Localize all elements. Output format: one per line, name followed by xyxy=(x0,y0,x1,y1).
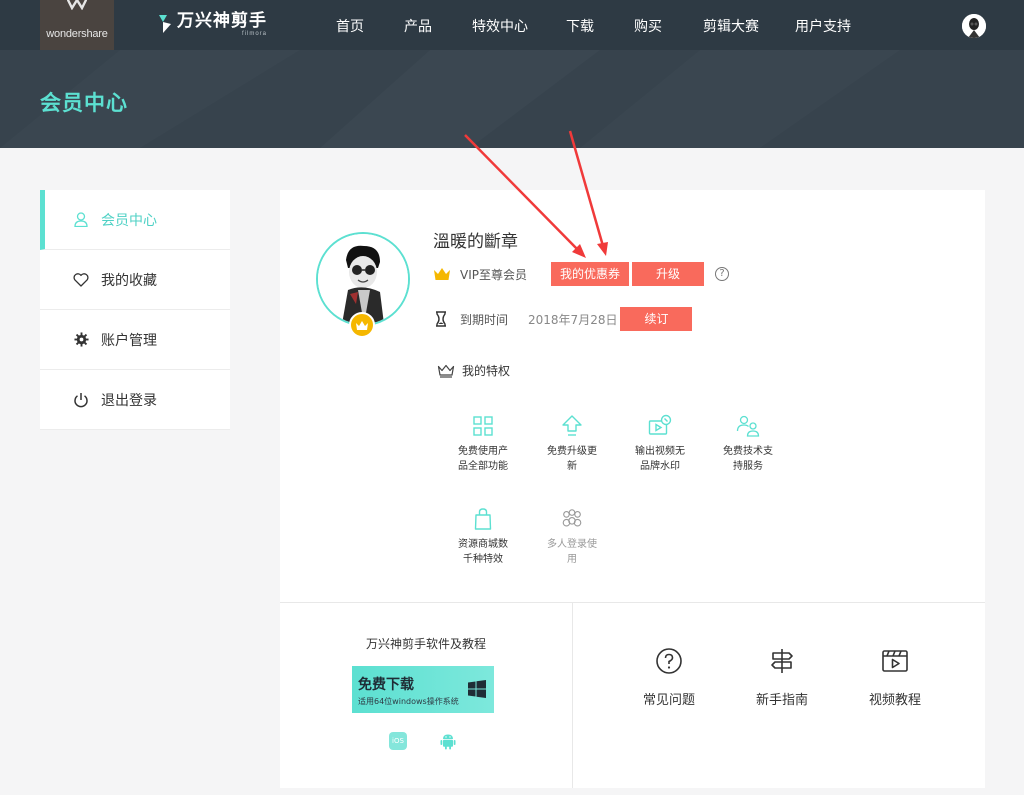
user-avatar-image xyxy=(962,14,986,38)
privileges-title: 我的特权 xyxy=(462,364,511,378)
question-icon xyxy=(656,648,682,674)
top-navigation-bar: wondershare 万兴神剪手 filmora 首页 产品 特效中心 下载 … xyxy=(0,0,1024,50)
privilege-label-line2: 千种特效 xyxy=(463,554,503,565)
privilege-label-line2: 新 xyxy=(567,461,577,472)
vip-crown-badge xyxy=(349,312,375,338)
sidebar-item-label: 退出登录 xyxy=(101,392,157,409)
privilege-label-line1: 资源商城数 xyxy=(458,539,508,550)
company-logo-text: wondershare xyxy=(46,28,108,40)
beginner-guide-label: 新手指南 xyxy=(755,693,808,708)
download-button-subtitle: 适用64位windows操作系统 xyxy=(358,697,459,706)
expiration-row: 到期时间 2018年7月28日 续订 xyxy=(435,307,693,331)
nav-products[interactable]: 产品 xyxy=(404,16,432,36)
privileges-heading: 我的特权 xyxy=(437,362,510,379)
download-section-title: 万兴神剪手软件及教程 xyxy=(365,637,486,651)
privilege-all-features: 免费使用产 品全部功能 xyxy=(448,414,518,474)
privilege-multi-login: 多人登录使 用 xyxy=(537,507,607,567)
sidebar-item-logout[interactable]: 退出登录 xyxy=(40,370,230,430)
heart-icon xyxy=(73,272,89,288)
multi-user-icon xyxy=(562,509,582,527)
power-icon xyxy=(73,392,89,408)
filmora-brand[interactable]: 万兴神剪手 filmora xyxy=(157,11,267,38)
privilege-tech-support: 免费技术支 持服务 xyxy=(713,414,783,474)
crown-icon xyxy=(356,320,368,330)
upgrade-arrow-icon xyxy=(562,415,582,436)
sidebar: 会员中心 我的收藏 账户管理 退出登录 xyxy=(40,190,230,430)
video-watermark-icon xyxy=(648,414,672,435)
page-title: 会员中心 xyxy=(40,91,128,115)
nav-home[interactable]: 首页 xyxy=(336,16,364,36)
nav-contest[interactable]: 剪辑大赛 xyxy=(703,16,759,36)
nav-buy[interactable]: 购买 xyxy=(634,16,662,36)
privilege-no-watermark: 输出视频无 品牌水印 xyxy=(625,414,695,474)
vip-level: VIP至尊会员 xyxy=(460,267,527,282)
crown-icon xyxy=(434,268,450,280)
sidebar-item-favorites[interactable]: 我的收藏 xyxy=(40,250,230,310)
profile-avatar-image xyxy=(318,234,408,324)
renew-button[interactable]: 续订 xyxy=(620,307,693,331)
privilege-label-line1: 多人登录使 xyxy=(547,539,597,550)
wondershare-mark-icon xyxy=(67,0,87,10)
video-tutorial-link[interactable]: 视频教程 xyxy=(855,647,935,708)
privilege-label-line2: 持服务 xyxy=(733,461,763,472)
video-tutorial-label: 视频教程 xyxy=(868,693,921,708)
gear-icon xyxy=(73,332,89,348)
page-header-band: 会员中心 xyxy=(0,50,1024,148)
support-users-icon xyxy=(736,415,760,437)
sidebar-item-label: 会员中心 xyxy=(101,212,157,229)
privilege-label-line1: 免费技术支 xyxy=(723,446,773,457)
free-download-button[interactable]: 免费下载 适用64位windows操作系统 xyxy=(352,666,494,713)
help-icon[interactable]: ? xyxy=(715,267,729,281)
crown-outline-icon xyxy=(437,364,455,378)
brand-name: 万兴神剪手 xyxy=(177,11,267,31)
faq-label: 常见问题 xyxy=(642,693,695,708)
nav-download[interactable]: 下载 xyxy=(566,16,594,36)
windows-icon xyxy=(468,680,486,698)
privilege-label-line1: 免费升级更 xyxy=(547,446,597,457)
section-divider-vertical xyxy=(572,602,573,788)
filmora-logo-icon xyxy=(159,15,171,33)
privilege-label-line2: 品全部功能 xyxy=(458,461,508,472)
privilege-resource-store: 资源商城数 千种特效 xyxy=(448,507,518,567)
download-button-label: 免费下载 xyxy=(358,677,414,693)
my-coupons-button[interactable]: 我的优惠券 xyxy=(551,262,629,286)
hourglass-icon xyxy=(436,311,446,327)
sidebar-item-label: 账户管理 xyxy=(101,332,157,349)
faq-link[interactable]: 常见问题 xyxy=(629,647,709,708)
video-tutorial-icon xyxy=(882,650,908,672)
vip-row: VIP至尊会员 我的优惠券 升级 ? xyxy=(433,262,729,286)
nav-effects[interactable]: 特效中心 xyxy=(472,16,528,36)
upgrade-button[interactable]: 升级 xyxy=(632,262,704,286)
beginner-guide-link[interactable]: 新手指南 xyxy=(742,647,822,708)
expire-label: 到期时间 xyxy=(460,312,509,327)
section-divider xyxy=(280,602,985,603)
privilege-label-line2: 用 xyxy=(567,554,577,565)
privilege-label-line1: 输出视频无 xyxy=(635,446,685,457)
username: 溫暖的斷章 xyxy=(433,232,518,252)
grid-icon xyxy=(473,416,493,436)
sidebar-item-label: 我的收藏 xyxy=(101,272,157,289)
wondershare-logo[interactable]: wondershare xyxy=(40,0,114,50)
expire-date: 2018年7月28日 xyxy=(528,312,618,327)
android-icon[interactable] xyxy=(439,732,457,750)
signpost-icon xyxy=(771,649,793,673)
ios-icon[interactable]: iOS xyxy=(389,732,407,750)
privilege-label-line2: 品牌水印 xyxy=(640,461,680,472)
privilege-free-upgrade: 免费升级更 新 xyxy=(537,414,607,474)
member-card: 溫暖的斷章 VIP至尊会员 我的优惠券 升级 ? 到期时间 2018年7月28日… xyxy=(280,190,985,788)
privilege-label-line1: 免费使用产 xyxy=(458,446,508,457)
shopping-bag-icon xyxy=(474,508,492,530)
nav-support[interactable]: 用户支持 xyxy=(795,16,851,36)
user-avatar[interactable] xyxy=(962,14,986,38)
header-decoration xyxy=(0,50,900,148)
user-icon xyxy=(73,212,89,228)
brand-sub: filmora xyxy=(241,31,267,37)
sidebar-item-member-center[interactable]: 会员中心 xyxy=(40,190,230,250)
sidebar-item-account[interactable]: 账户管理 xyxy=(40,310,230,370)
